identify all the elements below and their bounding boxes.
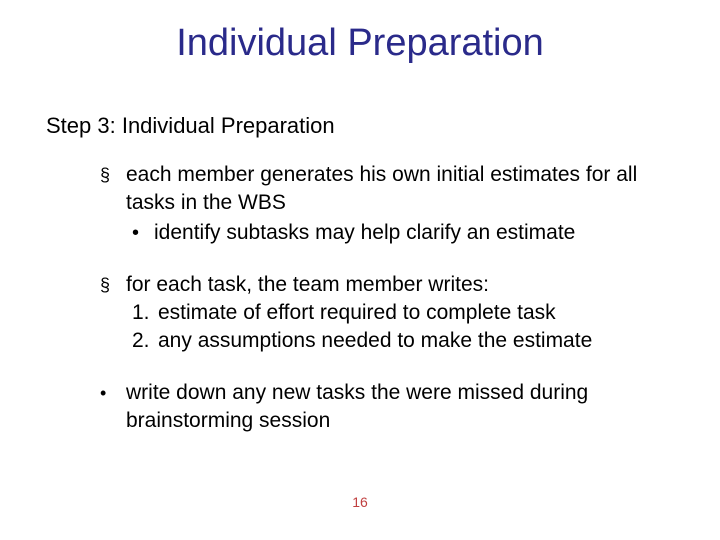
numbered-sub-bullet: 2. any assumptions needed to make the es… [132,327,592,355]
slide: Individual Preparation Step 3: Individua… [0,0,720,540]
sub-bullet-text: estimate of effort required to complete … [158,299,556,327]
sub-bullet: • identify subtasks may help clarify an … [132,219,660,247]
sub-bullet-text: any assumptions needed to make the estim… [158,327,592,355]
bullet-content: write down any new tasks the were missed… [126,379,660,435]
dot-bullet-icon [100,379,126,407]
page-number: 16 [0,494,720,510]
bullet-text: each member generates his own initial es… [126,161,660,217]
bullet-content: for each task, the team member writes: 1… [126,271,592,355]
bullet-item: for each task, the team member writes: 1… [100,271,660,355]
numbered-sub-bullet: 1. estimate of effort required to comple… [132,299,592,327]
bullet-item: each member generates his own initial es… [100,161,660,247]
square-bullet-icon [100,271,126,299]
bullet-content: each member generates his own initial es… [126,161,660,247]
number-label: 2. [132,327,158,355]
square-bullet-icon [100,161,126,189]
number-label: 1. [132,299,158,327]
step-heading: Step 3: Individual Preparation [46,113,720,139]
slide-title: Individual Preparation [0,0,720,65]
bullet-item: write down any new tasks the were missed… [100,379,660,435]
bullet-list: each member generates his own initial es… [100,161,660,435]
bullet-text: for each task, the team member writes: [126,271,592,299]
sub-bullet-text: identify subtasks may help clarify an es… [154,219,575,247]
bullet-text: write down any new tasks the were missed… [126,379,660,435]
dot-bullet-icon: • [132,219,154,247]
